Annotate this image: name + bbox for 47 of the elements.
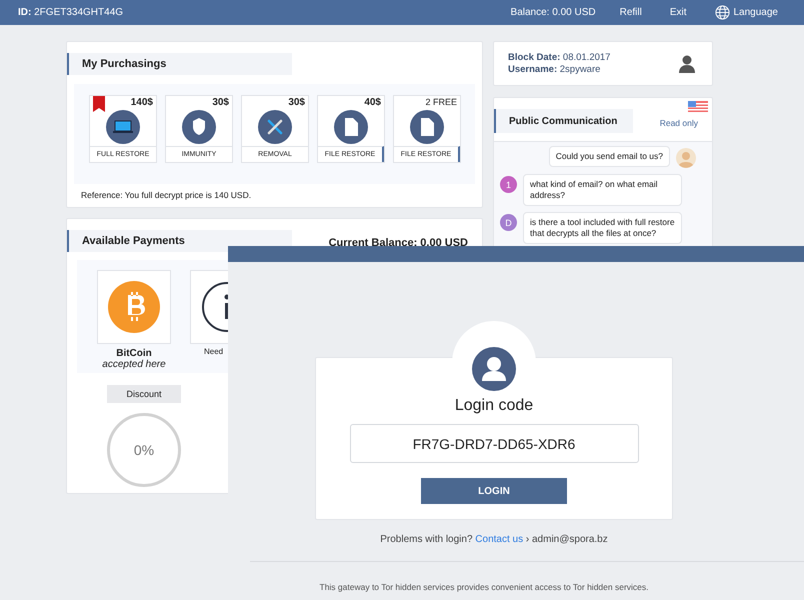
avatar-icon [676,148,696,168]
nav-link[interactable]: Refill [620,7,642,18]
shield-icon [182,110,216,144]
help-text: Problems with login? Contact us › admin@spora.bz [380,534,608,545]
chat-message: Could you send email to us? [548,146,670,167]
payment-tile[interactable] [97,270,171,344]
payment-name: BitCoin [116,348,152,359]
contact-link[interactable]: Contact us [475,534,524,545]
current-balance: Current Balance: 0.00 USD [328,237,468,251]
flag-icon [688,101,708,112]
bitcoin-icon [108,281,160,333]
price-text: 140$ [130,97,153,108]
section-title: Public Communication [494,109,633,133]
discount-ring: 0% [107,413,181,487]
price-text: 2 FREE [425,97,457,108]
language-link[interactable]: Language [714,5,778,20]
footer-text: This gateway to Tor hidden services provides convenient access to Tor hidden services. [320,582,648,592]
block-date: Block Date: 08.01.2017 [508,52,610,64]
price-text: 40$ [364,97,381,108]
user-id: ID: 2FGET334GHT44G [18,7,124,18]
section-title: My Purchasings [67,53,292,75]
username: Username: 2spyware [508,64,602,76]
payment-note: accepted here [102,359,166,370]
balance-text: Balance: 0.00 USD [510,7,596,18]
read-only-label: Read only [660,118,698,128]
discount-label: Discount [107,385,181,403]
payment-name: Need [204,347,224,356]
avatar-badge: 1 [500,176,517,193]
avatar-badge: D [500,214,517,231]
user-icon [679,54,695,72]
user-avatar-icon [472,347,516,391]
tools-icon [258,110,292,144]
chat-message: is there a tool included with full restore that decrypts all the files at once? [523,212,682,244]
login-code-field[interactable]: FR7G-DRD7-DD65-XDR6 [350,424,638,463]
reference-text: Reference: You full decrypt price is 140 USD. [80,189,252,202]
file-icon [410,110,444,144]
laptop-icon [106,110,140,144]
section-title: Available Payments [67,230,292,252]
info-icon [201,281,228,333]
price-text: 30$ [288,97,305,108]
globe-icon [714,5,730,20]
nav-link[interactable]: Exit [670,7,686,18]
file-icon [334,110,368,144]
login-button[interactable]: LOGIN [421,478,567,504]
login-title: Login code [454,397,534,415]
chat-message: what kind of email? on what email address? [523,174,682,206]
price-text: 30$ [212,97,229,108]
